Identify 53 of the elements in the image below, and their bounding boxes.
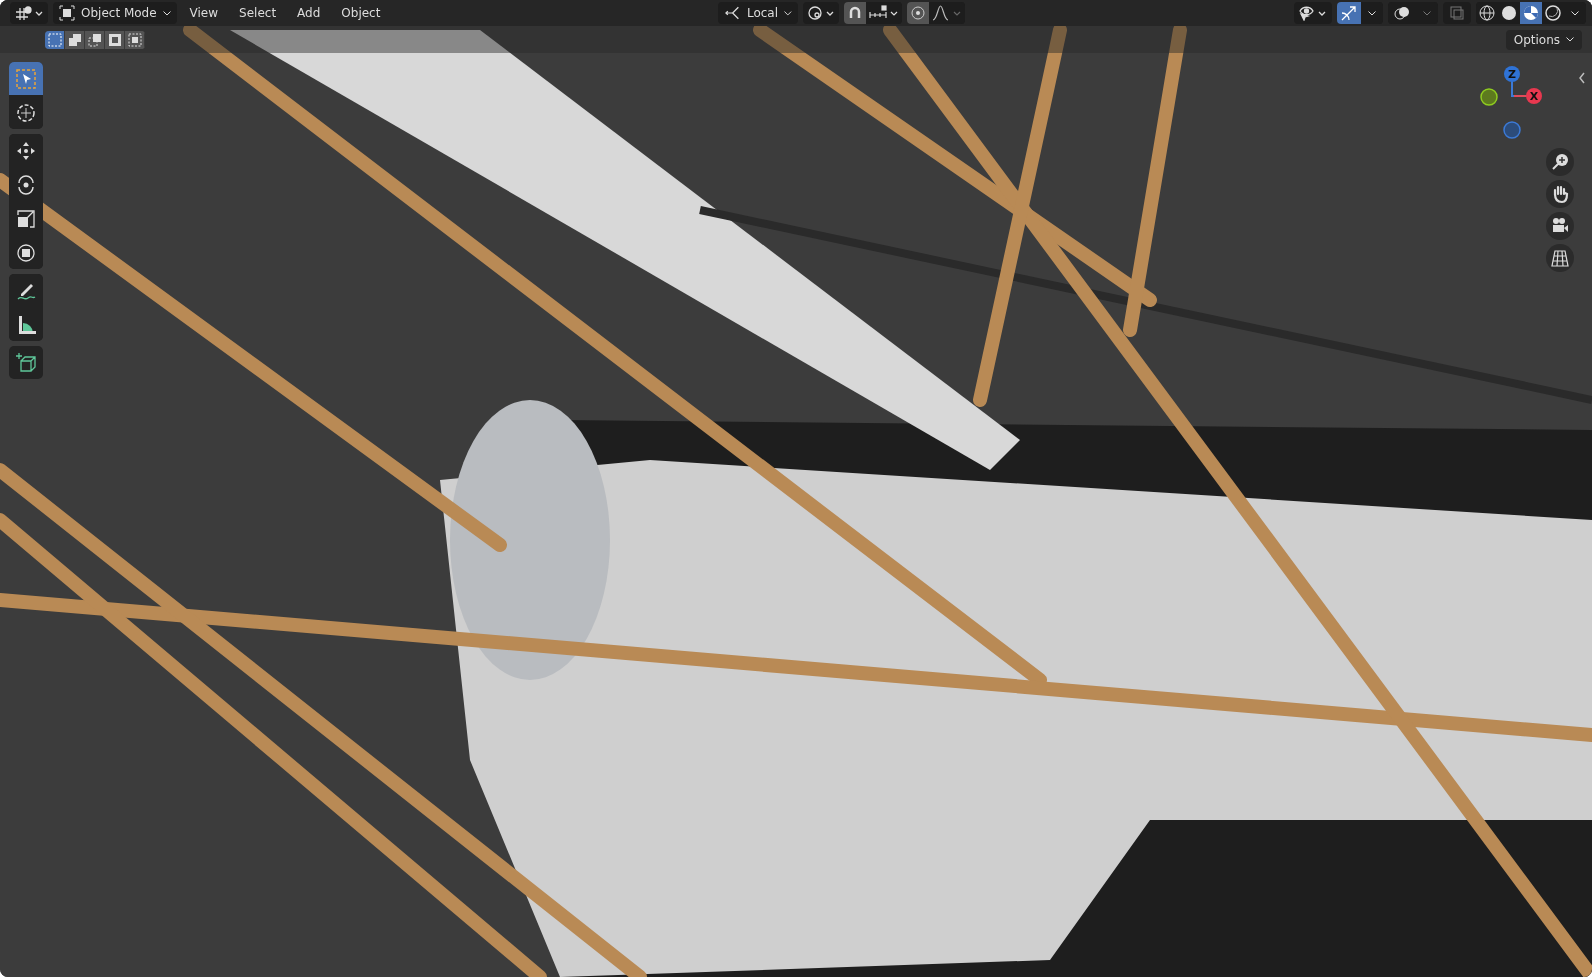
snap-increment-icon bbox=[868, 5, 899, 21]
gizmo-toggle[interactable] bbox=[1337, 2, 1361, 24]
axes-icon bbox=[723, 5, 741, 21]
menu-item[interactable]: Object bbox=[333, 2, 389, 24]
scale-icon bbox=[15, 207, 37, 230]
proportional-editing-icon bbox=[909, 5, 926, 21]
select-mode-icon bbox=[127, 32, 142, 47]
menu-item[interactable]: Add bbox=[289, 2, 329, 24]
material-sphere-icon bbox=[1523, 5, 1539, 21]
caret-icon bbox=[1571, 10, 1579, 16]
mode-dropdown[interactable]: Object Mode bbox=[53, 2, 177, 24]
caret-icon bbox=[162, 10, 171, 16]
caret-icon bbox=[1423, 10, 1431, 16]
orientation-dropdown[interactable]: Local bbox=[717, 2, 798, 24]
add-cube-icon bbox=[15, 351, 37, 374]
rendered-sphere-icon bbox=[1545, 5, 1561, 21]
editor-type-icon bbox=[14, 5, 44, 21]
shading-mode-button[interactable] bbox=[1476, 2, 1498, 24]
xray-icon bbox=[1449, 5, 1465, 21]
select-mode-icon bbox=[107, 32, 122, 47]
select-box-icon bbox=[15, 67, 37, 90]
caret-icon bbox=[784, 10, 792, 16]
wireframe-sphere-icon bbox=[1479, 5, 1495, 21]
pivot-icon bbox=[806, 5, 835, 21]
grid-icon bbox=[1550, 248, 1570, 268]
select-mode-icon bbox=[47, 32, 62, 47]
perspective-toggle-button[interactable] bbox=[1546, 244, 1574, 272]
menu-item[interactable]: Select bbox=[231, 2, 285, 24]
select-mode-icon bbox=[67, 32, 82, 47]
pivot-dropdown[interactable] bbox=[802, 2, 839, 24]
xray-toggle[interactable] bbox=[1443, 2, 1471, 24]
snapping-toggle[interactable] bbox=[843, 2, 866, 24]
eye-pointer-icon bbox=[1298, 5, 1328, 21]
transform-icon bbox=[15, 241, 37, 264]
zoom-button[interactable] bbox=[1546, 148, 1574, 176]
zoom-in-icon bbox=[1550, 152, 1570, 172]
visibility-dropdown[interactable] bbox=[1294, 2, 1332, 24]
menu-item[interactable]: View bbox=[181, 2, 227, 24]
proportional-editing-toggle[interactable] bbox=[906, 2, 929, 24]
object-mode-icon bbox=[59, 5, 75, 21]
select-mode-icon bbox=[87, 32, 102, 47]
editor-type-button[interactable] bbox=[10, 2, 48, 24]
caret-icon bbox=[1566, 37, 1574, 42]
gizmo-icon bbox=[1340, 5, 1358, 21]
cursor-icon bbox=[15, 101, 37, 124]
shading-mode-button[interactable] bbox=[1542, 2, 1564, 24]
solid-sphere-icon bbox=[1501, 5, 1517, 21]
falloff-curve-icon bbox=[931, 5, 962, 21]
pan-button[interactable] bbox=[1546, 180, 1574, 208]
camera-view-button[interactable] bbox=[1546, 212, 1574, 240]
overlays-icon bbox=[1394, 5, 1410, 21]
rotate-icon bbox=[15, 173, 37, 196]
caret-icon bbox=[1368, 10, 1376, 16]
